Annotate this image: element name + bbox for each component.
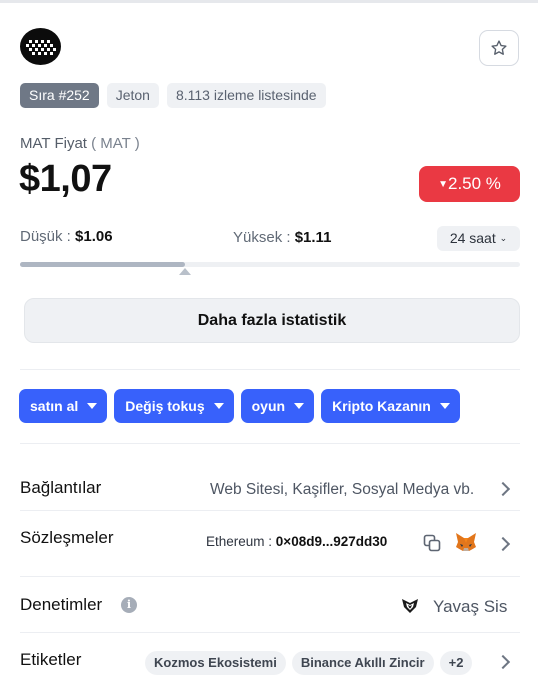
gaming-button-label: oyun <box>251 398 286 414</box>
earn-crypto-button-label: Kripto Kazanın <box>332 398 431 414</box>
caret-down-icon <box>213 403 224 409</box>
chevron-down-icon: ⌄ <box>499 233 508 243</box>
fox-icon[interactable] <box>455 532 477 552</box>
caret-down-icon <box>87 403 98 409</box>
current-price: $1,07 <box>19 158 112 200</box>
type-badge: Jeton <box>106 83 159 108</box>
coin-logo <box>20 28 61 65</box>
tag-item[interactable]: Kozmos Ekosistemi <box>145 651 286 675</box>
contracts-label: Sözleşmeler <box>20 528 114 547</box>
watchlist-star-button[interactable] <box>479 30 519 66</box>
pixel-grid-logo-icon <box>25 39 56 55</box>
slowmist-icon <box>402 599 418 613</box>
auditor-name[interactable]: Yavaş Sis <box>433 597 507 617</box>
period-value: 24 saat <box>449 230 496 246</box>
top-border <box>0 0 538 3</box>
earn-crypto-button[interactable]: Kripto Kazanın <box>321 389 460 423</box>
price-change-value: 2.50 % <box>447 174 501 193</box>
chevron-right-icon[interactable] <box>495 481 511 497</box>
price-range-bar <box>20 262 520 267</box>
high-price: Yüksek : $1.11 <box>233 229 331 246</box>
exchange-button[interactable]: Değiş tokuş <box>114 389 234 423</box>
low-value: $1.06 <box>75 228 113 245</box>
star-icon <box>491 40 507 55</box>
price-label: MAT Fiyat ( MAT ) <box>20 135 140 152</box>
high-label: Yüksek : <box>233 229 291 246</box>
contract-chain: Ethereum : <box>206 534 273 549</box>
more-stats-button[interactable]: Daha fazla istatistik <box>24 298 520 343</box>
high-value: $1.11 <box>294 229 332 246</box>
audits-label: Denetimler <box>20 595 103 614</box>
links-value[interactable]: Web Sitesi, Kaşifler, Sosyal Medya vb. <box>210 481 474 499</box>
divider <box>20 510 520 511</box>
divider <box>20 632 520 633</box>
caret-down-icon <box>294 403 305 409</box>
buy-button-label: satın al <box>30 398 79 414</box>
low-label: Düşük : <box>20 228 71 245</box>
caret-down-icon <box>439 403 450 409</box>
tag-item[interactable]: Binance Akıllı Zincir <box>291 651 434 675</box>
divider <box>20 369 520 370</box>
copy-icon[interactable] <box>423 534 441 552</box>
low-price: Düşük : $1.06 <box>20 228 113 245</box>
price-range-marker <box>179 268 191 275</box>
price-label-text: MAT Fiyat <box>20 135 87 152</box>
coin-badges: Sıra #252 Jeton 8.113 izleme listesinde <box>20 83 326 108</box>
contract-address: Ethereum : 0×08d9...927dd30 <box>206 534 387 549</box>
links-label: Bağlantılar <box>20 478 102 497</box>
chevron-right-icon[interactable] <box>495 536 511 552</box>
info-icon[interactable]: i <box>121 597 137 613</box>
chevron-right-icon[interactable] <box>495 654 511 670</box>
watchlist-count-badge: 8.113 izleme listesinde <box>166 83 326 108</box>
period-select[interactable]: 24 saat ⌄ <box>437 226 520 251</box>
price-range-fill <box>20 262 185 267</box>
action-buttons: satın al Değiş tokuş oyun Kripto Kazanın <box>19 389 460 423</box>
divider <box>20 576 520 577</box>
buy-button[interactable]: satın al <box>19 389 108 423</box>
price-change-badge: ▼2.50 % <box>419 166 520 202</box>
exchange-button-label: Değiş tokuş <box>125 398 205 414</box>
tags-label: Etiketler <box>20 650 82 669</box>
tag-list: Kozmos Ekosistemi Binance Akıllı Zincir … <box>145 651 473 675</box>
rank-badge: Sıra #252 <box>20 83 99 108</box>
caret-down-icon: ▼ <box>438 179 448 190</box>
symbol-label: ( MAT ) <box>91 135 140 152</box>
gaming-button[interactable]: oyun <box>240 389 315 423</box>
contract-address-value: 0×08d9...927dd30 <box>275 534 388 549</box>
tags-more-button[interactable]: +2 <box>439 651 473 675</box>
divider <box>20 443 520 444</box>
